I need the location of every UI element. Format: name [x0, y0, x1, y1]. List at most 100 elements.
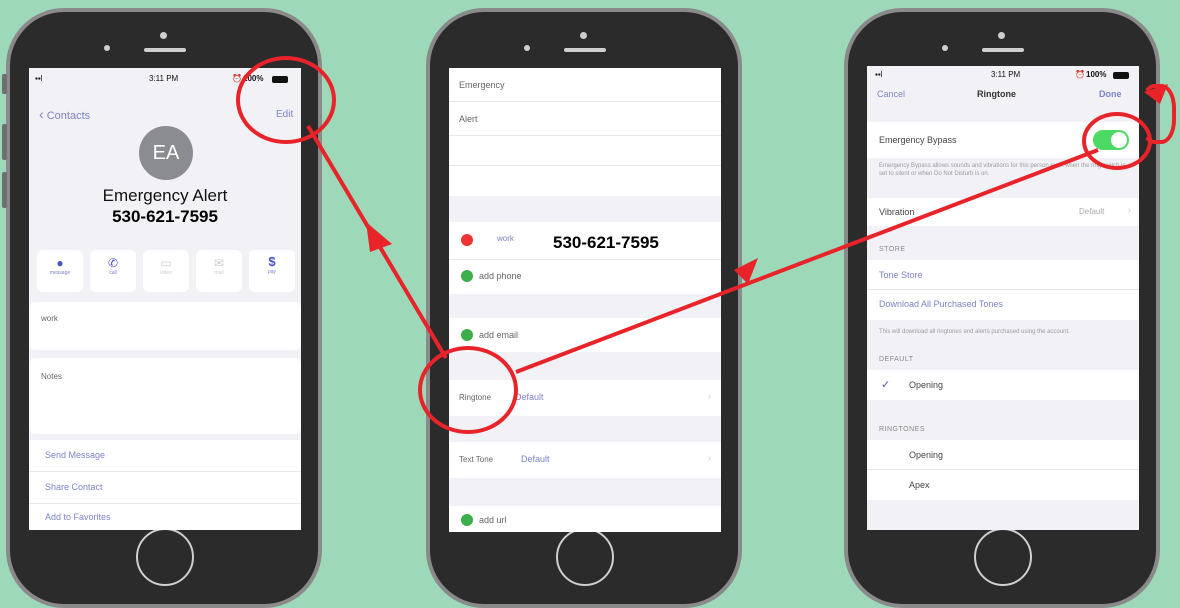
- chevron-right-icon: ›: [1127, 205, 1131, 216]
- ringtones-section-header: RINGTONES: [879, 426, 925, 433]
- send-message-link[interactable]: Send Message: [29, 440, 301, 472]
- sensor-dot: [524, 45, 530, 51]
- share-contact-link[interactable]: Share Contact: [29, 472, 301, 504]
- work-label: work: [41, 314, 58, 323]
- download-description: This will download all ringtones and ale…: [879, 329, 1070, 335]
- tone-store-label: Tone Store: [879, 270, 923, 280]
- name-fields: Emergency Alert: [449, 68, 721, 196]
- status-time: 3:11 PM: [149, 74, 179, 83]
- links-group: Send Message Share Contact Add to Favori…: [29, 440, 301, 530]
- chevron-left-icon: ‹: [39, 106, 44, 122]
- sensor-dot: [104, 45, 110, 51]
- pay-action[interactable]: $ pay: [249, 250, 295, 292]
- video-action-label: video: [160, 270, 172, 276]
- chevron-right-icon: ›: [707, 391, 711, 402]
- side-button: [2, 74, 7, 94]
- text-tone-row[interactable]: Text Tone Default ›: [449, 442, 721, 478]
- notes-label: Notes: [41, 372, 62, 381]
- contact-name: Emergency Alert: [102, 186, 228, 205]
- ringtone-apex-row[interactable]: Apex: [867, 470, 1139, 500]
- dollar-icon: $: [268, 254, 276, 269]
- action-buttons-row: ● message ✆ call ▭ video ✉ mail $ pay: [37, 250, 297, 292]
- camera-dot: [160, 32, 167, 39]
- add-icon: [461, 270, 473, 282]
- last-name-field[interactable]: Alert: [449, 102, 721, 136]
- last-name-value: Alert: [459, 114, 478, 124]
- vibration-row[interactable]: Vibration Default ›: [867, 198, 1139, 226]
- phone-icon: ✆: [107, 256, 119, 270]
- signal-icon: ▪▪l: [875, 70, 883, 79]
- remove-icon[interactable]: [461, 234, 473, 246]
- notes-cell[interactable]: Notes: [29, 358, 301, 434]
- checkmark-icon: ✓: [881, 379, 891, 391]
- status-battery: 100%: [1086, 70, 1107, 79]
- call-action-label: call: [109, 270, 117, 276]
- download-all-row[interactable]: Download All Purchased Tones: [867, 290, 1139, 320]
- phone-fields: work 530-621-7595 add phone: [449, 222, 721, 294]
- home-button[interactable]: [136, 528, 194, 586]
- nav-title: Ringtone: [977, 89, 1016, 99]
- ringtone-highlight-circle: [418, 346, 518, 434]
- home-button[interactable]: [974, 528, 1032, 586]
- mail-icon: ✉: [213, 256, 225, 270]
- message-action-label: message: [49, 270, 71, 276]
- volume-down-button: [2, 172, 7, 208]
- done-highlight-circle: [1140, 84, 1176, 144]
- ringtone-opening-row[interactable]: Opening: [867, 440, 1139, 470]
- volume-up-button: [2, 124, 7, 160]
- speaker-grille: [982, 48, 1024, 52]
- nav-bar: Cancel Ringtone Done: [867, 84, 1139, 106]
- chevron-right-icon: ›: [707, 453, 711, 464]
- message-icon: ●: [56, 256, 64, 270]
- camera-dot: [580, 32, 587, 39]
- add-phone-label: add phone: [479, 271, 522, 281]
- emergency-bypass-label: Emergency Bypass: [879, 135, 957, 145]
- add-email-row[interactable]: add email: [449, 318, 721, 352]
- mail-action[interactable]: ✉ mail: [196, 250, 242, 292]
- text-tone-label: Text Tone: [459, 455, 494, 464]
- email-fields: add email: [449, 318, 721, 352]
- company-field[interactable]: [449, 136, 721, 166]
- add-url-label: add url: [479, 515, 507, 525]
- default-section-header: DEFAULT: [879, 356, 914, 363]
- speaker-grille: [564, 48, 606, 52]
- video-icon: ▭: [160, 256, 172, 270]
- pay-action-label: pay: [267, 269, 277, 275]
- store-group: Tone Store Download All Purchased Tones: [867, 260, 1139, 320]
- back-button[interactable]: ‹ Contacts: [39, 106, 90, 122]
- speaker-grille: [144, 48, 186, 52]
- work-phone-row[interactable]: work 530-621-7595: [449, 222, 721, 260]
- status-time: 3:11 PM: [991, 70, 1021, 79]
- add-phone-row[interactable]: add phone: [449, 260, 721, 294]
- first-name-field[interactable]: Emergency: [449, 68, 721, 102]
- cancel-button[interactable]: Cancel: [877, 89, 905, 99]
- default-tone-row[interactable]: ✓ Opening: [867, 370, 1139, 400]
- ringtone-opening-label: Opening: [909, 450, 944, 460]
- add-to-favorites-link[interactable]: Add to Favorites: [29, 504, 301, 530]
- text-tone-value: Default: [521, 454, 550, 464]
- tone-store-row[interactable]: Tone Store: [867, 260, 1139, 290]
- back-label: Contacts: [46, 110, 91, 122]
- battery-icon: [1113, 72, 1129, 79]
- video-action[interactable]: ▭ video: [143, 250, 189, 292]
- work-phone-cell[interactable]: work: [29, 302, 301, 350]
- vibration-label: Vibration: [879, 207, 915, 217]
- first-name-value: Emergency: [459, 80, 505, 90]
- ringtone-value: Default: [515, 392, 544, 402]
- phone-frame-edit: Emergency Alert work 530-621-7595 add ph…: [426, 8, 742, 608]
- add-email-label: add email: [479, 330, 519, 340]
- call-action[interactable]: ✆ call: [90, 250, 136, 292]
- phone-number-overlay: 530-621-7595: [553, 233, 659, 252]
- phone-frame-ringtone: ▪▪l 3:11 PM ⏰ 100% Cancel Ringtone Done …: [844, 8, 1160, 608]
- camera-dot: [998, 32, 1005, 39]
- home-button[interactable]: [556, 528, 614, 586]
- work-phone-label: work: [497, 234, 514, 243]
- ringtones-group: Opening Apex: [867, 440, 1139, 500]
- message-action[interactable]: ● message: [37, 250, 83, 292]
- contact-phone-overlay: 530-621-7595: [112, 207, 218, 226]
- default-tone-label: Opening: [909, 380, 944, 390]
- add-url-row[interactable]: add url: [449, 506, 721, 532]
- avatar-initials: EA: [152, 142, 180, 164]
- send-message-label: Send Message: [45, 450, 106, 460]
- done-button[interactable]: Done: [1099, 89, 1122, 99]
